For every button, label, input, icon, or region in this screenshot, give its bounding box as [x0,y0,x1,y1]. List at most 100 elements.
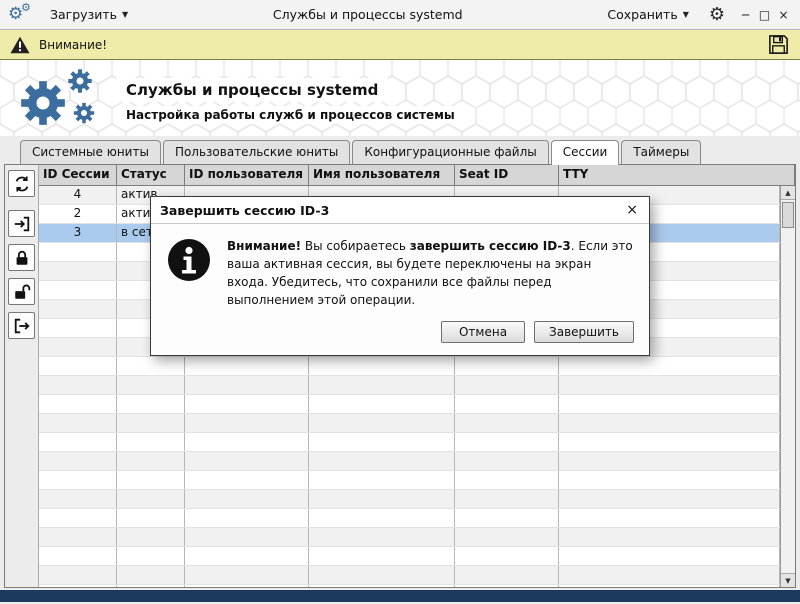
dialog-titlebar: Завершить сессию ID-3 × [151,197,649,224]
table-row[interactable] [39,490,780,509]
save-floppy-icon[interactable] [767,33,790,56]
tab-timers[interactable]: Таймеры [621,140,701,164]
dialog-message-bold: завершить сессию ID-3 [410,239,571,253]
table-cell [39,433,117,451]
tab-sessions[interactable]: Сессии [551,140,620,165]
table-cell [39,300,117,318]
dialog-close-icon[interactable]: × [624,202,640,218]
table-cell [455,528,559,546]
tab-config-files[interactable]: Конфигурационные файлы [352,140,548,164]
load-menu-label: Загрузить [50,7,117,22]
window-controls: ─ □ × [737,8,792,22]
lock-session-button[interactable] [8,244,35,271]
scroll-down-icon[interactable]: ▼ [781,573,795,587]
page-header: Службы и процессы systemd Настройка рабо… [0,60,800,136]
table-row[interactable] [39,395,780,414]
column-header[interactable]: Статус [117,165,185,185]
table-cell [117,547,185,565]
info-icon [166,237,212,283]
column-header[interactable]: ID пользователя [185,165,309,185]
login-icon [13,215,31,233]
table-row[interactable] [39,566,780,585]
vertical-scrollbar[interactable]: ▲ ▼ [780,186,795,587]
table-cell [117,566,185,584]
table-cell [559,509,780,527]
gear-icon: ⚙ [21,1,31,14]
table-cell [185,395,309,413]
dialog-title: Завершить сессию ID-3 [160,203,329,218]
table-row[interactable] [39,376,780,395]
table-cell [117,585,185,587]
table-cell [39,490,117,508]
chevron-down-icon: ▼ [122,10,128,19]
refresh-button[interactable] [8,170,35,197]
table-row[interactable] [39,357,780,376]
dialog-actions: Отмена Завершить [151,315,649,355]
table-row[interactable] [39,585,780,587]
table-row[interactable] [39,452,780,471]
table-cell [455,452,559,470]
titlebar: ⚙ ⚙ Загрузить ▼ Службы и процессы system… [0,0,800,30]
table-row[interactable] [39,547,780,566]
column-header[interactable]: Seat ID [455,165,559,185]
table-cell [455,566,559,584]
save-menu-button[interactable]: Сохранить ▼ [599,3,696,26]
table-cell [39,243,117,261]
scroll-up-icon[interactable]: ▲ [781,186,795,200]
table-cell [559,433,780,451]
table-cell [185,585,309,587]
column-header[interactable]: TTY [559,165,795,185]
tab-user-units[interactable]: Пользовательские юниты [163,140,350,164]
table-cell [559,357,780,375]
table-cell [455,395,559,413]
table-cell [117,471,185,489]
table-row[interactable] [39,433,780,452]
column-header[interactable]: ID Сессии [39,165,117,185]
table-row[interactable] [39,509,780,528]
tab-system-units[interactable]: Системные юниты [20,140,161,164]
table-cell [455,357,559,375]
table-cell [185,547,309,565]
table-cell [185,509,309,527]
logout-icon [13,317,31,335]
table-cell [559,528,780,546]
table-row[interactable] [39,414,780,433]
refresh-icon [13,175,31,193]
column-header[interactable]: Имя пользователя [309,165,455,185]
table-cell [39,338,117,356]
unlock-session-button[interactable] [8,278,35,305]
cancel-button[interactable]: Отмена [441,321,525,343]
minimize-button[interactable]: ─ [737,8,754,22]
table-cell [309,585,455,587]
load-menu-button[interactable]: Загрузить ▼ [42,3,136,26]
table-cell [117,509,185,527]
table-cell [117,433,185,451]
table-cell [185,490,309,508]
table-cell [455,490,559,508]
table-cell [559,490,780,508]
table-cell [559,471,780,489]
table-cell [455,509,559,527]
table-row[interactable] [39,471,780,490]
login-session-button[interactable] [8,210,35,237]
table-row[interactable] [39,528,780,547]
maximize-button[interactable]: □ [756,8,773,22]
logout-session-button[interactable] [8,312,35,339]
table-cell [559,585,780,587]
table-cell [309,547,455,565]
table-cell [185,528,309,546]
scrollbar-thumb[interactable] [782,202,794,228]
table-cell [39,471,117,489]
table-cell [39,452,117,470]
warning-triangle-icon [10,36,30,54]
close-button[interactable]: × [775,8,792,22]
table-cell [455,376,559,394]
table-cell [559,547,780,565]
confirm-terminate-button[interactable]: Завершить [534,321,634,343]
save-menu-label: Сохранить [607,7,677,22]
table-cell [39,528,117,546]
app-logo-gears-icon [16,66,108,130]
settings-gear-icon[interactable]: ⚙ [705,4,729,25]
table-cell [559,566,780,584]
app-gears-icon: ⚙ ⚙ [8,4,34,26]
